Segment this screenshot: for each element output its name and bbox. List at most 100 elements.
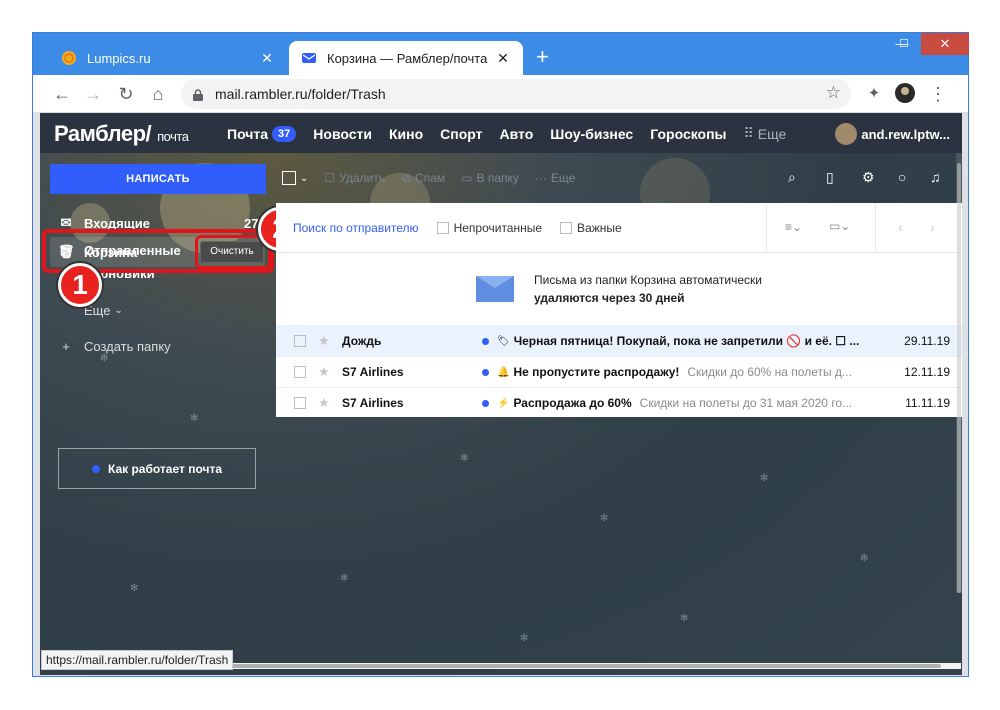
search-by-sender-link[interactable]: Поиск по отправителю [293,221,419,235]
tab-close-icon[interactable]: ✕ [495,50,511,67]
envelope-illustration-icon [476,276,515,302]
browser-toolbar: ← → ↻ ⌂ mail.rambler.ru/folder/Trash ☆ ✦… [33,75,968,113]
mail-panel: Поиск по отправителю Непрочитанные Важны… [276,203,962,417]
rambler-logo[interactable]: Рамблер/почта [54,121,189,147]
message-checkbox[interactable] [294,397,306,409]
chevron-down-icon: ⌄ [300,172,309,184]
highlight-clear-button [195,235,271,269]
bookmark-star-icon[interactable]: ☆ [826,83,841,103]
unread-dot-icon [482,368,489,376]
mail-toolbar: ⌄ ☐ Удалить ⊘ Спам ▭ В папку ··· Еще [282,153,962,203]
profile-avatar[interactable] [893,82,917,106]
vertical-scrollbar[interactable] [956,153,962,593]
view-mode-icon[interactable]: ▭⌄ [829,219,850,233]
message-preview: Скидки на полеты до 31 мая 2020 го... [639,396,853,410]
nav-more[interactable]: ⠿ Еще [744,125,787,142]
important-filter-checkbox[interactable]: Важные [560,221,622,235]
forward-icon[interactable]: → [80,81,106,107]
message-checkbox[interactable] [294,335,306,347]
sort-controls: ≡⌄ ▭⌄ [766,203,876,253]
spam-button[interactable]: ⊘ Спам [401,171,445,185]
bell-emoji-icon: 🔔 [497,366,510,378]
close-window-button[interactable]: ✕ [921,33,969,55]
spam-icon: ⊘ [400,171,412,185]
tab-close-icon[interactable]: ✕ [259,50,275,67]
browser-window: Lumpics.ru ✕ Корзина — Рамблер/почта ✕ +… [32,32,969,677]
scrollbar-thumb[interactable] [161,664,941,668]
tab-lumpics[interactable]: Lumpics.ru ✕ [49,41,287,75]
nav-mail[interactable]: Почта 37 [227,125,297,142]
how-mail-works-button[interactable]: Как работает почта [58,448,256,489]
message-row[interactable]: ★ Дождь 🏷 Черная пятница! Покупай, пока … [276,325,962,356]
trash-autodelete-notice: Письма из папки Корзина автоматически уд… [276,254,962,324]
tab-strip: Lumpics.ru ✕ Корзина — Рамблер/почта ✕ +… [33,33,969,75]
back-icon[interactable]: ← [49,81,75,107]
address-bar[interactable]: mail.rambler.ru/folder/Trash ☆ [181,79,851,109]
home-icon[interactable]: ⌂ [145,81,171,107]
user-menu[interactable]: and.rew.lptw... [835,123,950,145]
contacts-icon[interactable]: ▯ [826,169,834,186]
sort-icon[interactable]: ≡⌄ [785,220,802,234]
notifications-bell-icon[interactable]: ♫ [930,169,941,185]
page-content: ✻ ✻ ✻ ✻ ✻ ✻ ✻ ✻ ✻ ✻ Рамблер/почта Почта 3… [40,113,962,675]
nav-news[interactable]: Новости [313,125,372,142]
plus-icon: + [62,338,70,354]
settings-gear-icon[interactable]: ⚙ [862,169,875,186]
step-marker-1: 1 [58,263,102,307]
message-preview: Скидки до 60% на полеты д... [687,365,852,379]
grid-icon: ⠿ [743,125,754,141]
rambler-nav: Почта 37 Новости Кино Спорт Авто Шоу-бизн… [227,125,803,142]
message-checkbox[interactable] [294,366,306,378]
lock-icon [193,88,203,101]
chevron-down-icon: ⌄ [114,304,123,316]
search-icon[interactable]: ⌕ [788,169,796,186]
menu-icon[interactable]: ⋮ [926,82,950,106]
unread-count-badge: 37 [272,125,297,142]
toolbar-more-button[interactable]: ··· Еще [535,171,575,185]
nav-showbiz[interactable]: Шоу-бизнес [550,125,633,142]
status-bar-url: https://mail.rambler.ru/folder/Trash [41,650,234,670]
nav-auto[interactable]: Авто [500,125,534,142]
message-list: ★ Дождь 🏷 Черная пятница! Покупай, пока … [276,325,962,418]
tab-rambler-trash[interactable]: Корзина — Рамблер/почта ✕ [289,41,523,75]
star-icon[interactable]: ★ [318,395,332,411]
message-sender: Дождь [342,334,382,348]
reload-icon[interactable]: ↻ [113,81,139,107]
select-all-checkbox[interactable]: ⌄ [282,171,308,185]
tab-title: Корзина — Рамблер/почта [327,50,488,66]
message-subject: Распродажа до 60% [513,396,632,410]
new-tab-button[interactable]: + [536,46,549,68]
maximize-button[interactable]: ☐ [889,33,919,55]
info-dot-icon [91,464,100,473]
compose-button[interactable]: НАПИСАТЬ [50,164,266,194]
star-icon[interactable]: ★ [318,364,332,380]
star-icon[interactable]: ★ [318,333,332,349]
unread-dot-icon [482,399,489,407]
orange-circle-icon [61,50,77,66]
nav-kino[interactable]: Кино [389,125,423,142]
delete-icon: ☐ [324,171,336,185]
unread-filter-checkbox[interactable]: Непрочитанные [436,221,542,235]
message-sender: S7 Airlines [342,365,404,379]
avatar [835,123,858,145]
prev-page-icon[interactable]: ‹ [898,219,903,235]
scrollbar-thumb[interactable] [957,163,961,593]
message-date: 12.11.19 [904,365,950,379]
message-sender: S7 Airlines [342,396,404,410]
unread-dot-icon [482,337,489,345]
mail-envelope-icon [301,50,317,66]
nav-horoscopes[interactable]: Гороскопы [650,125,726,142]
message-row[interactable]: ★ S7 Airlines 🔔 Не пропустите распродажу… [276,356,962,387]
create-folder-button[interactable]: + Создать папку [58,335,170,357]
message-subject: Не пропустите распродажу! [513,365,680,379]
move-to-folder-button[interactable]: ▭ В папку [461,171,519,185]
tag-emoji-icon: 🏷 [497,335,510,347]
message-row[interactable]: ★ S7 Airlines ⚡ Распродажа до 60% Скидки… [276,387,962,418]
tips-icon[interactable]: ○ [898,169,906,185]
delete-button[interactable]: ☐ Удалить [324,171,385,185]
next-page-icon[interactable]: › [930,219,935,235]
tab-title: Lumpics.ru [87,50,151,66]
nav-sport[interactable]: Спорт [440,125,482,142]
extensions-icon[interactable]: ✦ [862,82,886,106]
lightning-emoji-icon: ⚡ [497,397,510,409]
